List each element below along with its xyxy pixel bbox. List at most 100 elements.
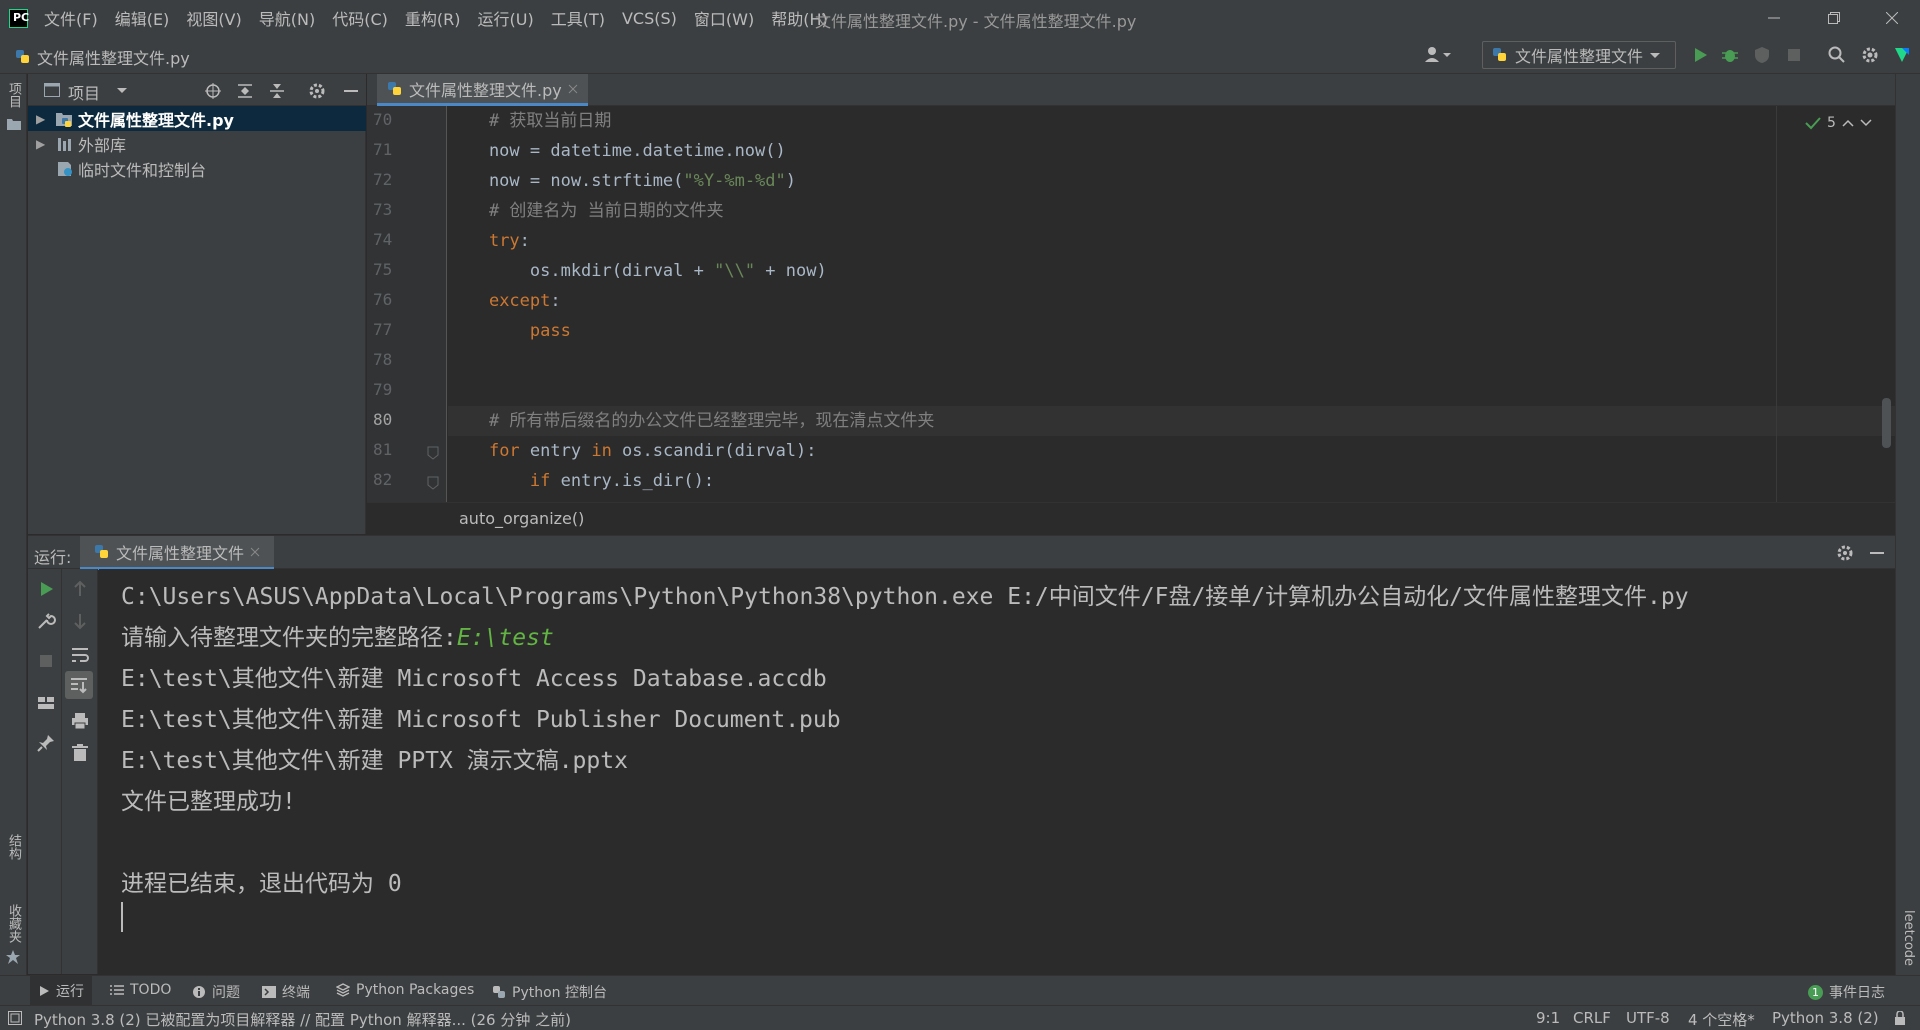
run-panel-label: 运行: [34, 548, 72, 567]
tool-tab-python-packages[interactable]: Python Packages [336, 982, 474, 998]
code-line: now = now.strftime("%Y-%m-%d") [448, 171, 797, 191]
python-file-icon [95, 544, 108, 558]
stop-button[interactable] [1784, 45, 1804, 65]
menu-code[interactable]: 代码(C) [332, 6, 388, 30]
terminal-icon [262, 986, 276, 998]
inspection-widget[interactable]: 5 [1805, 115, 1872, 131]
gear-icon[interactable] [1836, 544, 1854, 562]
print-icon[interactable] [70, 711, 90, 731]
status-line-separator[interactable]: CRLF [1573, 1009, 1611, 1027]
run-button[interactable] [1690, 45, 1710, 65]
line-number: 75 [373, 260, 393, 279]
restore-button[interactable] [1804, 0, 1864, 36]
bottom-tool-tabs: 运行 TODO 问题 终端 Python Packages Python 控制台… [0, 975, 1920, 1006]
chevron-down-icon [1650, 53, 1661, 58]
menu-window[interactable]: 窗口(W) [694, 6, 754, 30]
hide-panel-icon[interactable] [1868, 544, 1886, 562]
close-icon[interactable] [250, 547, 260, 557]
lock-icon[interactable] [1893, 1011, 1907, 1025]
settings-button[interactable] [1860, 45, 1880, 65]
line-number: 70 [373, 110, 393, 129]
stop-icon[interactable] [36, 651, 56, 671]
user-icon[interactable] [1424, 45, 1451, 65]
editor-tab-main-file[interactable]: 文件属性整理文件.py [377, 74, 588, 106]
chevron-right-icon[interactable]: ▶ [36, 137, 52, 151]
tool-tab-label: 事件日志 [1829, 985, 1885, 1001]
restore-icon [1828, 12, 1840, 24]
tool-tab-todo[interactable]: TODO [110, 982, 171, 998]
python-folder-icon [56, 112, 72, 127]
menu-navigate[interactable]: 导航(N) [259, 6, 315, 30]
structure-tool-label: 结构 [6, 834, 21, 860]
coverage-button[interactable] [1752, 45, 1772, 65]
tree-item-main-file[interactable]: ▶ 文件属性整理文件.py [28, 106, 366, 131]
hide-panel-icon[interactable] [342, 82, 360, 100]
project-panel-title[interactable]: 项目 [68, 80, 100, 104]
chevron-up-icon[interactable] [1842, 118, 1854, 128]
menu-refactor[interactable]: 重构(R) [405, 6, 461, 30]
tool-tab-python-console[interactable]: Python 控制台 [492, 982, 607, 1002]
code-breadcrumb: auto_organize() [367, 502, 1895, 534]
menu-tools[interactable]: 工具(T) [551, 6, 605, 30]
console-line: E:\test\其他文件\新建 Microsoft Publisher Docu… [121, 707, 841, 733]
rerun-icon[interactable] [36, 579, 56, 599]
tool-tab-run[interactable]: 运行 [30, 976, 92, 1006]
chevron-down-icon[interactable] [116, 86, 128, 96]
toggle-tool-windows-icon[interactable] [8, 1011, 22, 1025]
editor-scrollbar-thumb[interactable] [1882, 398, 1891, 448]
menu-run[interactable]: 运行(U) [478, 6, 534, 30]
wrench-icon[interactable] [36, 611, 56, 631]
layout-icon[interactable] [36, 693, 56, 713]
pin-icon[interactable] [36, 733, 56, 753]
trash-icon[interactable] [70, 743, 90, 763]
collapse-all-icon[interactable] [268, 82, 286, 100]
chevron-down-icon[interactable] [1860, 118, 1872, 128]
run-tab[interactable]: 文件属性整理文件 [80, 536, 275, 570]
code-editor[interactable]: # 获取当前日期 now = datetime.datetime.now() n… [448, 106, 1895, 502]
tool-tab-problems[interactable]: 问题 [192, 982, 240, 1002]
breadcrumb-function[interactable]: auto_organize() [459, 509, 584, 528]
locate-icon[interactable] [204, 82, 222, 100]
arrow-up-icon[interactable] [70, 579, 90, 599]
gear-icon[interactable] [308, 82, 326, 100]
status-encoding[interactable]: UTF-8 [1626, 1009, 1670, 1027]
scroll-to-end-button[interactable] [65, 671, 93, 699]
status-message[interactable]: Python 3.8 (2) 已被配置为项目解释器 // 配置 Python 解… [34, 1009, 571, 1030]
run-console[interactable]: C:\Users\ASUS\AppData\Local\Programs\Pyt… [99, 569, 1895, 974]
line-number: 71 [373, 140, 393, 159]
status-indent[interactable]: 4 个空格* [1688, 1009, 1755, 1030]
soft-wrap-icon[interactable] [70, 645, 90, 665]
close-window-button[interactable] [1862, 0, 1920, 36]
favorites-tool-tab[interactable]: 收藏夹 [4, 904, 23, 943]
jetbrains-toolbox-button[interactable] [1892, 45, 1912, 65]
structure-tool-tab[interactable]: 结构 [4, 834, 23, 860]
menu-file[interactable]: 文件(F) [44, 6, 98, 30]
expand-all-icon[interactable] [236, 82, 254, 100]
menu-view[interactable]: 视图(V) [186, 6, 241, 30]
fold-icon[interactable] [427, 476, 439, 490]
tool-tab-event-log[interactable]: 1 事件日志 [1808, 982, 1885, 1002]
debug-button[interactable] [1720, 45, 1740, 65]
tree-item-label: 临时文件和控制台 [78, 160, 207, 180]
menu-edit[interactable]: 编辑(E) [115, 6, 170, 30]
line-number: 78 [373, 350, 393, 369]
nav-breadcrumb-file[interactable]: 文件属性整理文件.py [14, 45, 190, 69]
console-prompt: 请输入待整理文件夹的完整路径: [121, 625, 457, 651]
tool-tab-terminal[interactable]: 终端 [262, 982, 310, 1002]
menu-vcs[interactable]: VCS(S) [622, 9, 677, 28]
arrow-down-icon[interactable] [70, 611, 90, 631]
run-toolbar-secondary [62, 569, 98, 974]
close-icon[interactable] [568, 84, 578, 94]
search-button[interactable] [1827, 45, 1847, 65]
scratches-icon [58, 161, 72, 176]
project-tool-tab[interactable]: 项目 [4, 82, 23, 108]
minimize-button[interactable] [1744, 0, 1804, 36]
chevron-right-icon[interactable]: ▶ [36, 112, 52, 126]
run-config-selector[interactable]: 文件属性整理文件 [1482, 41, 1676, 69]
leetcode-tool-tab[interactable]: leetcode [1901, 910, 1916, 966]
status-caret-position[interactable]: 9:1 [1536, 1009, 1560, 1027]
tree-item-scratches[interactable]: 临时文件和控制台 [28, 156, 366, 181]
status-interpreter[interactable]: Python 3.8 (2) [1772, 1009, 1879, 1027]
fold-icon[interactable] [427, 446, 439, 460]
tree-item-external-libs[interactable]: ▶ 外部库 [28, 131, 366, 156]
